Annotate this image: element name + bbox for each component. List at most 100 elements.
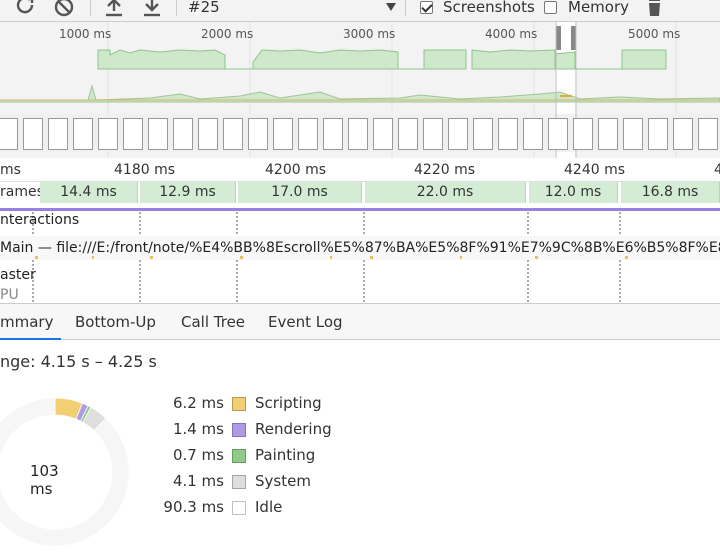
screenshot-thumbnail[interactable] — [623, 118, 643, 150]
overview-tick: 4000 ms — [485, 27, 538, 41]
legend-swatch — [232, 475, 246, 489]
legend-name: System — [255, 472, 311, 490]
frames-track-label: rames — [0, 182, 44, 203]
toolbar-separator — [176, 0, 177, 16]
screenshot-thumbnail[interactable] — [298, 118, 318, 150]
screenshot-thumbnail[interactable] — [673, 118, 693, 150]
frame-bar[interactable]: 14.4 ms — [40, 182, 138, 203]
ruler-tick: 4180 ms — [114, 162, 176, 178]
timeline-overview[interactable]: 1000 ms 2000 ms 3000 ms 4000 ms 5000 ms — [0, 22, 720, 158]
legend-swatch — [232, 423, 246, 437]
legend-swatch — [232, 501, 246, 515]
toolbar-separator — [405, 0, 406, 16]
garbage-collect-icon[interactable] — [644, 0, 668, 18]
screenshot-thumbnail[interactable] — [398, 118, 418, 150]
screenshot-thumbnail[interactable] — [248, 118, 268, 150]
screenshot-thumbnail[interactable] — [698, 118, 718, 150]
screenshot-thumbnail[interactable] — [223, 118, 243, 150]
ruler-tick: 4240 ms — [564, 162, 626, 178]
legend-value: 90.3 ms — [163, 498, 224, 516]
legend-value: 4.1 ms — [172, 472, 224, 490]
legend-name: Rendering — [255, 420, 332, 438]
chevron-down-icon[interactable] — [386, 3, 396, 11]
tab-bottom-up[interactable]: Bottom-Up — [75, 304, 156, 340]
screenshot-thumbnail[interactable] — [0, 118, 18, 150]
screenshot-thumbnail[interactable] — [448, 118, 468, 150]
legend-value: 1.4 ms — [172, 420, 224, 438]
interactions-label: nteractions — [0, 212, 80, 228]
frame-bar[interactable]: 12.9 ms — [140, 182, 236, 203]
screenshots-label: Screenshots — [443, 0, 535, 16]
screenshot-thumbnail[interactable] — [573, 118, 593, 150]
recording-select[interactable]: #25 — [188, 0, 220, 21]
legend-swatch — [232, 449, 246, 463]
screenshot-thumbnail[interactable] — [523, 118, 543, 150]
legend-name: Idle — [255, 498, 283, 516]
reload-icon[interactable] — [14, 0, 38, 18]
interactions-track[interactable]: nteractions — [0, 211, 720, 235]
main-thread-events — [35, 256, 628, 259]
legend-name: Scripting — [255, 394, 322, 412]
legend-value: 0.7 ms — [172, 446, 224, 464]
screenshot-thumbnail[interactable] — [548, 118, 568, 150]
screenshot-thumbnail[interactable] — [373, 118, 393, 150]
frames-track[interactable]: rames 14.4 ms 12.9 ms 17.0 ms 22.0 ms 12… — [0, 182, 720, 206]
screenshot-thumbnail[interactable] — [598, 118, 618, 150]
raster-label: aster — [0, 267, 36, 283]
gpu-track[interactable]: PU — [0, 288, 720, 302]
legend-item: 4.1 ms System — [160, 472, 420, 494]
legend-item: 1.4 ms Rendering — [160, 420, 420, 442]
frame-bar[interactable]: 12.0 ms — [529, 182, 618, 203]
tab-call-tree[interactable]: Call Tree — [181, 304, 245, 340]
overview-tick: 3000 ms — [343, 27, 396, 41]
legend-swatch — [232, 397, 246, 411]
legend-item: 6.2 ms Scripting — [160, 394, 420, 416]
screenshot-thumbnail[interactable] — [323, 118, 343, 150]
screenshot-thumbnail[interactable] — [23, 118, 43, 150]
screenshot-thumbnail[interactable] — [198, 118, 218, 150]
summary-total: 103 ms — [30, 462, 59, 498]
frame-bar[interactable]: 16.8 ms — [621, 182, 720, 203]
legend-name: Painting — [255, 446, 316, 464]
screenshot-thumbnail[interactable] — [498, 118, 518, 150]
screenshot-thumbnail[interactable] — [73, 118, 93, 150]
performance-panel: #25 Screenshots Memory 1000 ms 2000 ms 3… — [0, 0, 720, 555]
legend-item: 0.7 ms Painting — [160, 446, 420, 468]
toolbar: #25 Screenshots Memory — [0, 0, 720, 22]
main-thread-track[interactable]: Main — file:///E:/front/note/%E4%BB%8Esc… — [0, 236, 720, 260]
memory-checkbox[interactable] — [544, 1, 557, 14]
details-tabbar: mmary Bottom-Up Call Tree Event Log — [0, 303, 720, 340]
screenshot-thumbnail[interactable] — [648, 118, 668, 150]
screenshot-thumbnail[interactable] — [473, 118, 493, 150]
overview-tick: 5000 ms — [628, 27, 681, 41]
ruler-tick: 4 — [714, 162, 720, 178]
time-ruler: ms 4180 ms 4200 ms 4220 ms 4240 ms 4 — [0, 158, 720, 182]
screenshot-thumbnail[interactable] — [173, 118, 193, 150]
screenshot-thumbnail[interactable] — [273, 118, 293, 150]
memory-label: Memory — [568, 0, 630, 16]
screenshots-checkbox[interactable] — [420, 1, 433, 14]
clear-icon[interactable] — [53, 0, 77, 18]
tab-summary[interactable]: mmary — [0, 304, 61, 340]
screenshot-thumbnail[interactable] — [48, 118, 68, 150]
overview-tick: 1000 ms — [59, 27, 112, 41]
upload-icon[interactable] — [102, 0, 126, 18]
ruler-tick: ms — [0, 162, 21, 178]
download-icon[interactable] — [140, 0, 164, 18]
frame-bar[interactable]: 22.0 ms — [365, 182, 526, 203]
screenshot-thumbnail[interactable] — [148, 118, 168, 150]
ruler-tick: 4220 ms — [414, 162, 476, 178]
legend-item: 90.3 ms Idle — [160, 498, 420, 520]
gpu-label: PU — [0, 288, 19, 302]
frame-bar[interactable]: 17.0 ms — [238, 182, 362, 203]
raster-track[interactable]: aster — [0, 264, 720, 286]
ruler-tick: 4200 ms — [265, 162, 327, 178]
screenshot-thumbnail[interactable] — [423, 118, 443, 150]
legend-value: 6.2 ms — [172, 394, 224, 412]
toolbar-separator — [90, 0, 91, 16]
screenshot-thumbnail[interactable] — [348, 118, 368, 150]
tab-event-log[interactable]: Event Log — [268, 304, 343, 340]
screenshot-thumbnail[interactable] — [98, 118, 118, 150]
summary-range: nge: 4.15 s – 4.25 s — [0, 352, 157, 371]
screenshot-thumbnail[interactable] — [123, 118, 143, 150]
